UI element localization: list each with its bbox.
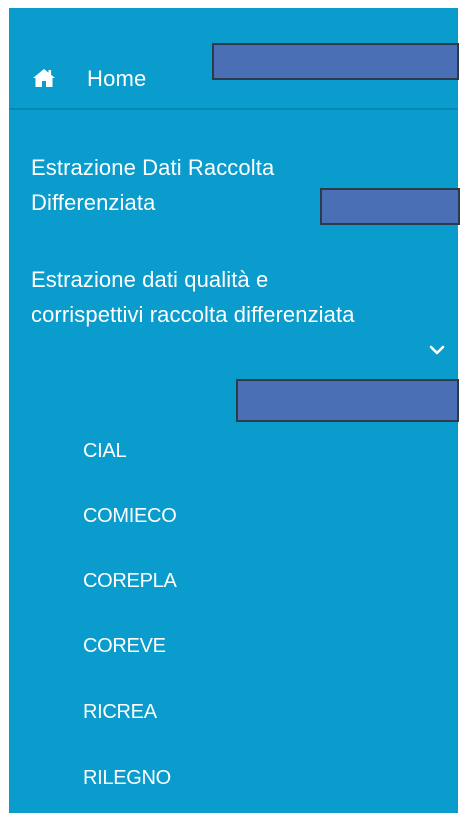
submenu-item-cial[interactable]: CIAL — [83, 440, 127, 463]
redaction-box — [320, 188, 460, 225]
submenu-item-comieco[interactable]: COMIECO — [83, 505, 177, 528]
submenu-item-rilegno[interactable]: RILEGNO — [83, 767, 171, 790]
submenu-item-coreve[interactable]: COREVE — [83, 635, 166, 658]
home-icon — [33, 69, 55, 87]
home-label: Home — [87, 66, 147, 91]
redaction-box — [212, 43, 459, 80]
redaction-box — [236, 379, 459, 422]
screenshot-frame: Home Estrazione Dati Raccolta Differenzi… — [0, 0, 466, 827]
sidebar-item-estrazione-dati-qualita[interactable]: Estrazione dati qualità e corrispettivi … — [31, 262, 361, 332]
sidebar-item-estrazione-dati-raccolta[interactable]: Estrazione Dati Raccolta Differenziata — [31, 150, 351, 220]
chevron-down-icon[interactable] — [429, 343, 445, 355]
submenu-item-ricrea[interactable]: RICREA — [83, 701, 157, 724]
submenu-item-corepla[interactable]: COREPLA — [83, 570, 177, 593]
